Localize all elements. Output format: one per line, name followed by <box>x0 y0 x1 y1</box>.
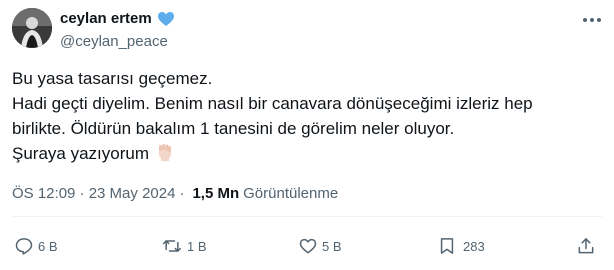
avatar-image <box>12 8 52 48</box>
tweet-line: Bu yasa tasarısı geçemez. <box>12 69 213 88</box>
tweet-meta: ÖS 12:09 · 23 May 2024 · 1,5 Mn Görüntül… <box>12 185 338 202</box>
reply-icon <box>15 238 33 255</box>
meta-separator: · <box>179 185 185 202</box>
avatar[interactable] <box>12 8 52 48</box>
timestamp[interactable]: ÖS 12:09 · 23 May 2024 <box>12 185 175 202</box>
author-display-name[interactable]: ceylan ertem <box>60 10 152 27</box>
views-count: 1,5 Mn <box>192 185 240 202</box>
tweet-line: birlikte. Öldürün bakalım 1 tanesini de … <box>12 119 455 138</box>
like-count: 5 B <box>322 238 342 254</box>
tweet-line: Şuraya yazıyorum <box>12 144 149 163</box>
tweet-line-last: Şuraya yazıyorum <box>12 141 592 169</box>
divider <box>12 216 602 217</box>
reply-count: 6 B <box>38 238 58 254</box>
more-icon[interactable] <box>578 10 606 30</box>
bookmark-button[interactable]: 283 <box>437 236 485 256</box>
author-handle[interactable]: @ceylan_peace <box>60 33 168 50</box>
views-label: Görüntülenme <box>243 185 339 202</box>
tweet-text: Bu yasa tasarısı geçemez. Hadi geçti diy… <box>12 66 592 169</box>
like-icon <box>299 238 317 254</box>
tweet-line: Hadi geçti diyelim. Benim nasıl bir cana… <box>12 94 533 113</box>
repost-count: 1 B <box>187 238 207 254</box>
bookmark-count: 283 <box>463 238 485 254</box>
bookmark-icon <box>440 238 454 254</box>
author-name-row: ceylan ertem <box>60 10 175 27</box>
repost-icon <box>162 240 182 252</box>
like-button[interactable]: 5 B <box>298 236 342 256</box>
share-button[interactable] <box>576 236 596 256</box>
repost-button[interactable]: 1 B <box>161 236 207 256</box>
raised-fist-icon <box>155 142 175 169</box>
share-icon <box>578 238 594 254</box>
reply-button[interactable]: 6 B <box>14 236 58 256</box>
blue-heart-icon <box>157 11 175 27</box>
